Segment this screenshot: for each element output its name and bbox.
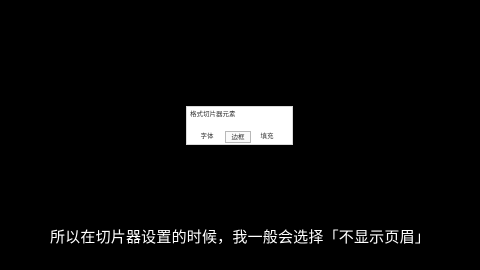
video-subtitle: 所以在切片器设置的时候，我一般会选择「不显示页眉」 [49,228,430,246]
tab-fill[interactable]: 填充 [256,131,278,143]
dialog-title: 格式切片器元素 [190,110,236,118]
tab-font[interactable]: 字体 [196,131,218,143]
format-slicer-element-dialog: 格式切片器元素 字体 边框 填充 [186,106,293,145]
video-frame: 格式切片器元素 字体 边框 填充 所以在切片器设置的时候，我一般会选择「不显示页… [0,0,480,270]
tab-border[interactable]: 边框 [225,131,251,143]
